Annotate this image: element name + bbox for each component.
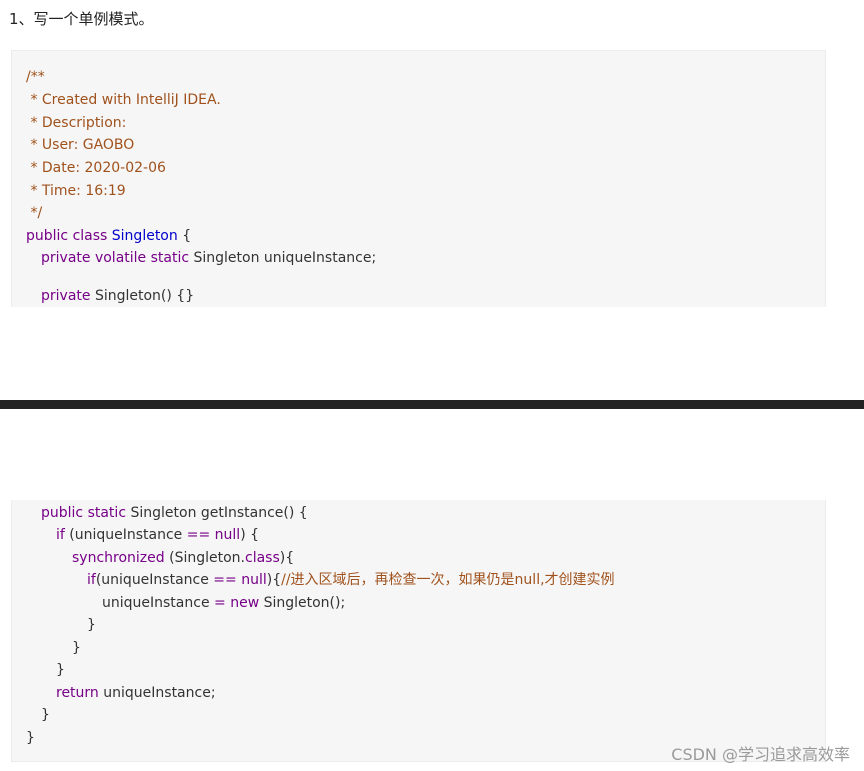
comment-line: * Description: (26, 115, 127, 131)
code-text: Singleton() {} (94, 288, 195, 304)
keyword: return (56, 685, 104, 701)
code-text: uniqueInstance (102, 595, 215, 611)
code-line-method: public static Singleton getInstance() { (41, 504, 308, 522)
code-line-return: return uniqueInstance; (56, 684, 216, 702)
class-name: Singleton (111, 228, 178, 244)
code-text: ){ (266, 572, 282, 588)
operator: == (213, 572, 237, 588)
code-line-constructor: private Singleton() {} (41, 287, 194, 305)
code-line-inner-if: if(uniqueInstance == null){//进入区域后，再检查一次… (87, 571, 615, 589)
operator: == (186, 527, 211, 543)
code-text: { (177, 228, 192, 244)
comment-line: */ (26, 205, 43, 221)
code-line-assign: uniqueInstance = new Singleton(); (102, 594, 345, 612)
keyword: private volatile static (41, 250, 194, 266)
code-text: Singleton(); (259, 595, 346, 611)
code-text: ) { (240, 527, 260, 543)
code-text: ){ (279, 550, 295, 566)
csdn-watermark: CSDN @学习追求高效率 (671, 745, 850, 764)
code-line-close-brace: } (41, 707, 50, 723)
keyword: class (245, 550, 280, 566)
code-text: (uniqueInstance (69, 527, 187, 543)
keyword: public static (41, 505, 131, 521)
comment-line: * Created with IntelliJ IDEA. (26, 92, 221, 108)
keyword: if (56, 527, 70, 543)
keyword: null (241, 572, 267, 588)
code-line-close-brace: } (72, 640, 81, 656)
keyword: null (214, 527, 241, 543)
section-heading: 1、写一个单例模式。 (9, 10, 154, 28)
keyword: public class (26, 228, 112, 244)
code-text: (Singleton. (169, 550, 245, 566)
comment-line: * Time: 16:19 (26, 183, 126, 199)
code-block-top: /** * Created with IntelliJ IDEA. * Desc… (11, 50, 826, 307)
comment-line: /** (26, 69, 45, 85)
code-line-close-brace: } (56, 662, 65, 678)
code-text: Singleton getInstance() { (130, 505, 308, 521)
keyword: if (87, 572, 96, 588)
code-line-synchronized: synchronized (Singleton.class){ (72, 549, 294, 567)
section-divider (0, 400, 864, 409)
operator: = (214, 595, 226, 611)
code-text: (uniqueInstance (95, 572, 214, 588)
code-line-field: private volatile static Singleton unique… (41, 249, 376, 267)
comment-line: * User: GAOBO (26, 137, 135, 153)
inline-comment: //进入区域后，再检查一次，如果仍是null,才创建实例 (281, 572, 615, 588)
keyword: new (230, 595, 260, 611)
code-line-close-brace: } (87, 617, 96, 633)
keyword: private (41, 288, 95, 304)
code-text: Singleton uniqueInstance; (193, 250, 377, 266)
code-block-bottom: public static Singleton getInstance() { … (11, 500, 826, 762)
code-line-close-brace: } (26, 730, 35, 746)
keyword: synchronized (72, 550, 170, 566)
comment-line: * Date: 2020-02-06 (26, 160, 166, 176)
code-text: uniqueInstance; (103, 685, 216, 701)
code-line-class-decl: public class Singleton { (26, 227, 191, 245)
code-line-if: if (uniqueInstance == null) { (56, 526, 259, 544)
